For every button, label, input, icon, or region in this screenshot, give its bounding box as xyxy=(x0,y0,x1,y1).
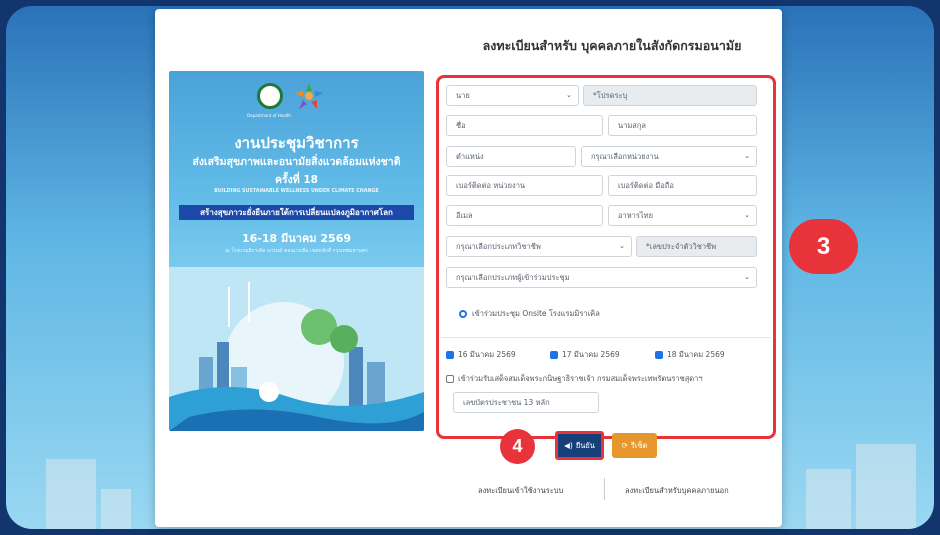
unit-select[interactable]: กรุณาเลือกหน่วยงาน ⌄ xyxy=(581,146,757,167)
city-building xyxy=(856,444,916,529)
wellness-logo xyxy=(295,83,323,109)
checkbox-icon[interactable] xyxy=(655,351,663,359)
poster-title-line3: ครั้งที่ 18 xyxy=(275,174,318,186)
poster-venue: ณ โรงแรมมิราเคิล แกรนด์ คอนเวนชั่น เขตหล… xyxy=(225,248,368,254)
step-3-marker: 3 xyxy=(789,219,858,274)
food-select[interactable]: อาหารไทย ⌄ xyxy=(608,205,757,226)
page-title: ลงทะเบียนสำหรับ บุคคลภายในสังกัดกรมอนามั… xyxy=(482,38,742,53)
footer-separator xyxy=(604,478,605,500)
radio-button[interactable] xyxy=(459,310,467,318)
office-phone-placeholder: เบอร์ติดต่อ หน่วยงาน xyxy=(456,181,526,190)
poster-banner: สร้างสุขภาวะยั่งยืนภายใต้การเปลี่ยนแปลงภ… xyxy=(179,205,414,220)
last-name-placeholder: นามสกุล xyxy=(618,121,646,130)
food-select-value: อาหารไทย xyxy=(618,211,654,220)
checkbox-icon[interactable] xyxy=(446,351,454,359)
chevron-down-icon: ⌄ xyxy=(744,152,750,160)
login-link[interactable]: ลงทะเบียนเข้าใช้งานระบบ xyxy=(478,485,563,497)
office-phone-input[interactable]: เบอร์ติดต่อ หน่วยงาน xyxy=(446,175,603,196)
chevron-down-icon: ⌄ xyxy=(566,91,572,99)
first-name-input[interactable]: ชื่อ xyxy=(446,115,603,136)
date-label-17: 17 มีนาคม 2569 xyxy=(562,350,620,359)
reset-label: รีเซ็ต xyxy=(630,440,648,450)
ministry-logo xyxy=(257,83,283,109)
attendee-type-select[interactable]: กรุณาเลือกประเภทผู้เข้าร่วมประชุม ⌄ xyxy=(446,267,757,288)
poster-illustration xyxy=(169,267,424,431)
date-label-16: 16 มีนาคม 2569 xyxy=(458,350,516,359)
position-input[interactable]: ตำแหน่ง xyxy=(446,146,576,167)
poster-subtitle: BUILDING SUSTAINABLE WELLNESS UNDER CLIM… xyxy=(214,189,379,194)
title-other-input[interactable]: *โปรดระบุ xyxy=(583,85,757,106)
poster-date: 16-18 มีนาคม 2569 xyxy=(241,232,351,245)
poster-title: งานประชุมวิชาการ xyxy=(234,134,359,152)
email-input[interactable]: อีเมล xyxy=(446,205,603,226)
logo-caption: Department of Health xyxy=(247,113,291,118)
license-placeholder: *เลขประจำตัววิชาชีพ xyxy=(646,242,717,251)
id-card-placeholder: เลขบัตรประชาชน 13 หลัก xyxy=(463,398,550,407)
event-poster: Department of Health งานประชุมวิชาการ ส่… xyxy=(169,71,424,431)
checkbox-icon[interactable] xyxy=(446,375,454,383)
mobile-input[interactable]: เบอร์ติดต่อ มือถือ xyxy=(608,175,757,196)
confirm-label: ยืนยัน xyxy=(575,440,595,450)
external-registration-link[interactable]: ลงทะเบียนสำหรับบุคคลภายนอก xyxy=(625,485,729,497)
position-placeholder: ตำแหน่ง xyxy=(456,152,484,161)
mobile-placeholder: เบอร์ติดต่อ มือถือ xyxy=(618,181,674,190)
email-placeholder: อีเมล xyxy=(456,211,473,220)
first-name-placeholder: ชื่อ xyxy=(456,121,466,130)
id-card-input[interactable]: เลขบัตรประชาชน 13 หลัก xyxy=(453,392,599,413)
chevron-down-icon: ⌄ xyxy=(619,242,625,250)
step-4-marker: 4 xyxy=(500,429,535,464)
title-other-placeholder: *โปรดระบุ xyxy=(593,91,628,100)
royal-checkbox[interactable]: เข้าร่วมรับเสด็จสมเด็จพระกนิษฐาธิราชเจ้า… xyxy=(446,373,703,385)
date-label-18: 18 มีนาคม 2569 xyxy=(667,350,725,359)
profession-select[interactable]: กรุณาเลือกประเภทวิชาชีพ ⌄ xyxy=(446,236,632,257)
speaker-icon: ◀) xyxy=(564,441,573,450)
unit-select-value: กรุณาเลือกหน่วยงาน xyxy=(591,152,659,161)
chevron-down-icon: ⌄ xyxy=(744,273,750,281)
royal-checkbox-label: เข้าร่วมรับเสด็จสมเด็จพระกนิษฐาธิราชเจ้า… xyxy=(458,374,703,383)
city-building xyxy=(46,459,96,529)
divider xyxy=(441,337,771,338)
date-checkbox-18[interactable]: 18 มีนาคม 2569 xyxy=(655,349,725,361)
city-building xyxy=(806,469,851,529)
date-checkbox-17[interactable]: 17 มีนาคม 2569 xyxy=(550,349,620,361)
city-building xyxy=(101,489,131,529)
poster-title-line2: ส่งเสริมสุขภาพและอนามัยสิ่งแวดล้อมแห่งชา… xyxy=(192,156,401,168)
reset-button[interactable]: ⟳ รีเซ็ต xyxy=(612,433,657,458)
checkbox-icon[interactable] xyxy=(550,351,558,359)
title-select[interactable]: นาย ⌄ xyxy=(446,85,579,106)
title-select-value: นาย xyxy=(456,91,470,100)
profession-select-value: กรุณาเลือกประเภทวิชาชีพ xyxy=(456,242,541,251)
onsite-radio[interactable]: เข้าร่วมประชุม Onsite โรงแรมมิราเคิล xyxy=(459,308,600,320)
chevron-down-icon: ⌄ xyxy=(744,211,750,219)
refresh-icon: ⟳ xyxy=(621,441,628,450)
license-input[interactable]: *เลขประจำตัววิชาชีพ xyxy=(636,236,757,257)
onsite-radio-label: เข้าร่วมประชุม Onsite โรงแรมมิราเคิล xyxy=(472,309,600,318)
confirm-button[interactable]: ◀) ยืนยัน xyxy=(555,431,604,460)
last-name-input[interactable]: นามสกุล xyxy=(608,115,757,136)
attendee-type-value: กรุณาเลือกประเภทผู้เข้าร่วมประชุม xyxy=(456,273,570,282)
date-checkbox-16[interactable]: 16 มีนาคม 2569 xyxy=(446,349,516,361)
